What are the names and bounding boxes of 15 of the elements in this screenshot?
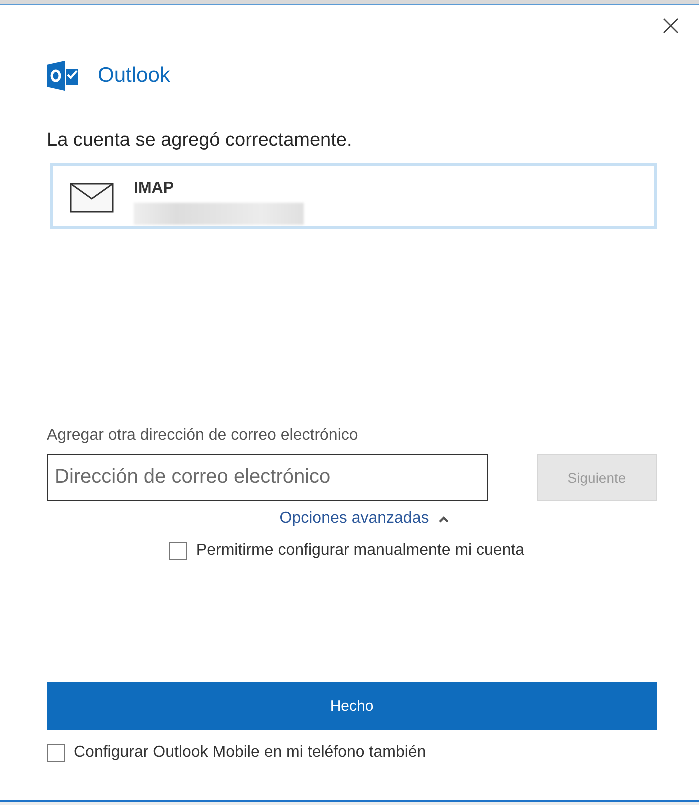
advanced-options-link[interactable]: Opciones avanzadas xyxy=(280,510,430,528)
envelope-icon xyxy=(70,183,114,213)
checkbox-label: Permitirme configurar manualmente mi cuenta xyxy=(196,542,525,560)
chevron-icon[interactable] xyxy=(439,516,450,522)
checkbox[interactable] xyxy=(169,542,188,560)
email-field[interactable]: Dirección de correo electrónico xyxy=(47,454,488,501)
checkbox-label: Configurar Outlook Mobile en mi teléfono también xyxy=(74,744,426,762)
close-icon[interactable] xyxy=(663,18,679,34)
checkbox[interactable] xyxy=(47,744,65,762)
app-name: Outlook xyxy=(98,64,170,88)
field-label: Agregar otra dirección de correo electrónico xyxy=(47,427,360,445)
success-message: La cuenta se agregó correctamente. xyxy=(47,130,354,152)
done-button[interactable]: Hecho xyxy=(47,682,657,730)
account-type: IMAP xyxy=(134,180,175,198)
outlook-logo-icon xyxy=(47,60,79,92)
